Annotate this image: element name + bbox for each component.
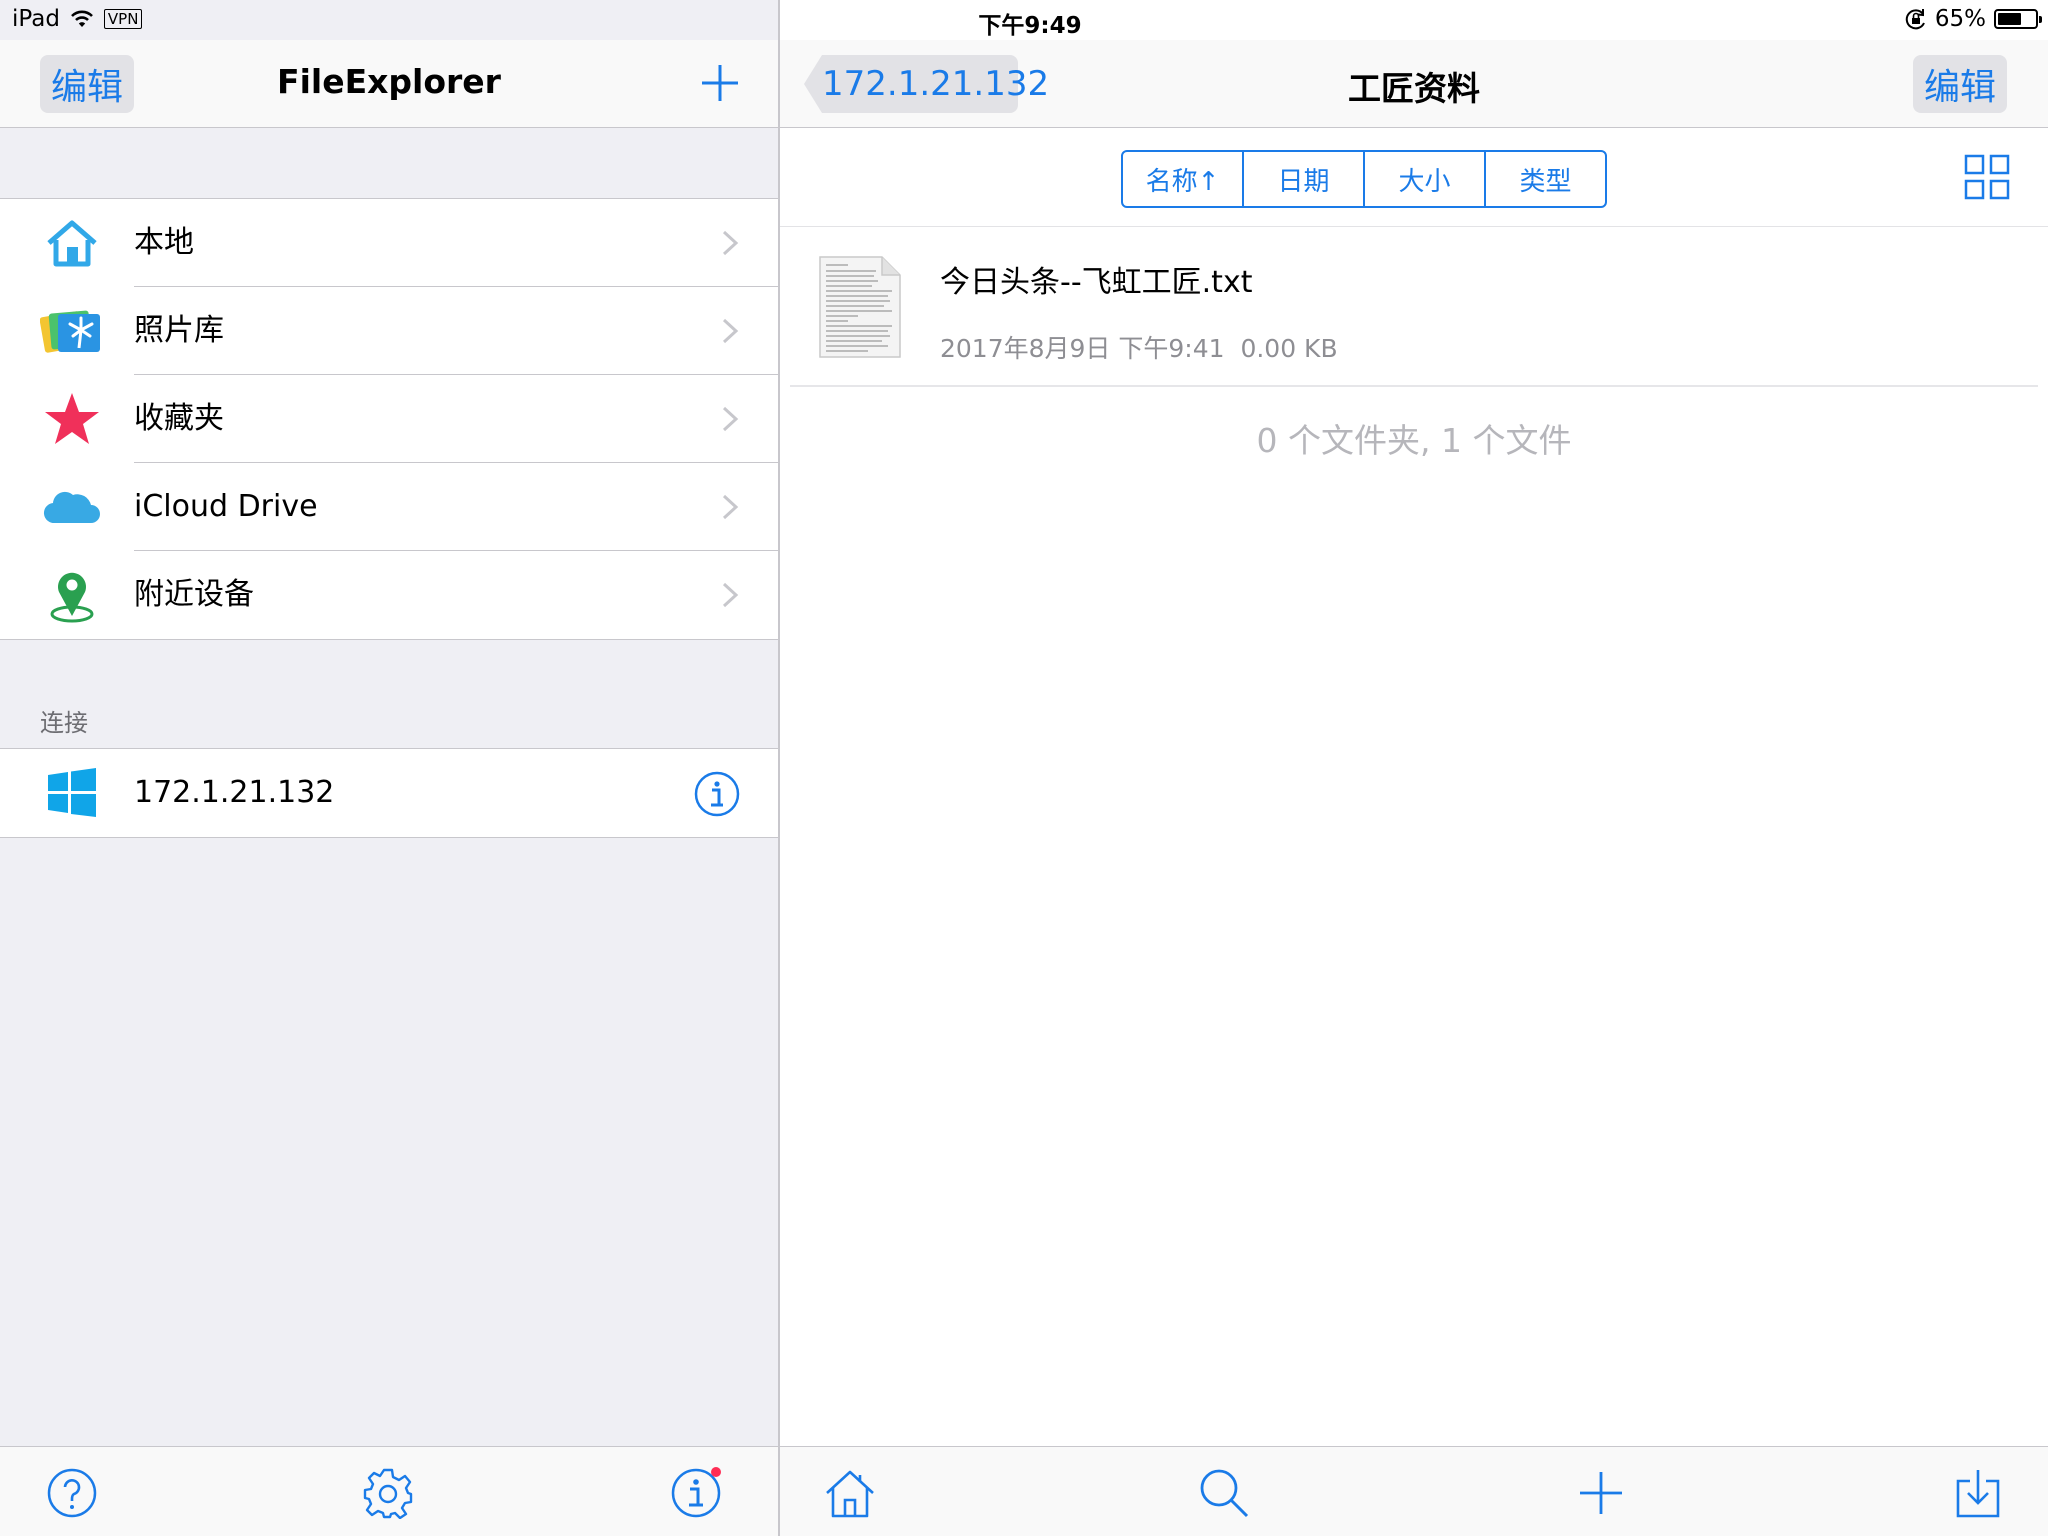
chevron-right-icon: [722, 582, 739, 608]
master-toolbar: [0, 1446, 778, 1536]
rotation-lock-icon: [1905, 9, 1925, 30]
home-icon: [40, 216, 104, 270]
chevron-right-icon: [722, 406, 739, 432]
location-label: 附近设备: [134, 577, 254, 612]
master-panel: 编辑 FileExplorer 本地 照片库 收藏夹 iCloud Drive …: [0, 0, 778, 1536]
battery-icon: [1994, 9, 2042, 29]
location-row-nearby[interactable]: 附近设备: [0, 551, 778, 639]
battery-percent: 65%: [1934, 6, 1986, 32]
location-label: 本地: [134, 225, 194, 260]
chevron-right-icon: [722, 318, 739, 344]
master-title: FileExplorer: [277, 62, 501, 101]
connection-row[interactable]: 172.1.21.132: [0, 749, 778, 837]
locations-list: 本地 照片库 收藏夹 iCloud Drive 附近设备: [0, 198, 778, 640]
location-row-icloud[interactable]: iCloud Drive: [0, 463, 778, 551]
settings-icon[interactable]: [362, 1467, 414, 1519]
location-row-photos[interactable]: 照片库: [0, 287, 778, 375]
connections-header: 连接: [40, 709, 88, 737]
home-icon[interactable]: [824, 1467, 876, 1519]
location-label: 收藏夹: [134, 401, 224, 436]
chevron-right-icon: [722, 230, 739, 256]
detail-edit-button[interactable]: 编辑: [1913, 55, 2007, 113]
plus-icon[interactable]: [700, 63, 740, 103]
detail-panel: 172.1.21.132 工匠资料 编辑 名称↑ 日期 大小 类型 今日头条--…: [780, 0, 2048, 1536]
text-file-icon: [819, 256, 901, 358]
location-pin-icon: [40, 568, 104, 623]
location-row-local[interactable]: 本地: [0, 199, 778, 287]
file-date: 2017年8月9日 下午9:41: [940, 334, 1225, 363]
cloud-icon: [40, 480, 104, 534]
file-row[interactable]: 今日头条--飞虹工匠.txt 2017年8月9日 下午9:41 0.00 KB: [790, 227, 2038, 387]
search-icon[interactable]: [1198, 1467, 1250, 1519]
detail-navbar: 172.1.21.132 工匠资料 编辑: [780, 40, 2048, 128]
detail-toolbar: [780, 1446, 2048, 1536]
status-bar: iPad VPN 下午9:49 65%: [0, 0, 2048, 40]
info-icon[interactable]: [670, 1467, 722, 1519]
chevron-right-icon: [722, 494, 739, 520]
sort-bar: 名称↑ 日期 大小 类型: [780, 128, 2048, 227]
star-icon: [40, 392, 104, 446]
info-icon[interactable]: [694, 771, 740, 817]
photos-icon: [40, 304, 104, 358]
grid-view-icon[interactable]: [1964, 154, 2010, 200]
master-navbar: 编辑 FileExplorer: [0, 40, 778, 128]
status-right: 65%: [1905, 6, 2042, 32]
file-meta: 2017年8月9日 下午9:41 0.00 KB: [940, 329, 1338, 365]
connection-label: 172.1.21.132: [134, 775, 335, 810]
location-label: 照片库: [134, 313, 224, 348]
help-icon[interactable]: [46, 1467, 98, 1519]
sort-by-date[interactable]: 日期: [1244, 152, 1365, 206]
file-size: 0.00 KB: [1240, 334, 1338, 363]
location-row-favorites[interactable]: 收藏夹: [0, 375, 778, 463]
sort-by-name[interactable]: 名称↑: [1123, 152, 1244, 206]
plus-icon[interactable]: [1575, 1467, 1627, 1519]
sort-by-size[interactable]: 大小: [1365, 152, 1486, 206]
connections-list: 172.1.21.132: [0, 748, 778, 838]
sort-segmented-control: 名称↑ 日期 大小 类型: [1121, 150, 1607, 208]
download-icon[interactable]: [1952, 1467, 2004, 1519]
status-time: 下午9:49: [978, 13, 1082, 39]
file-name: 今日头条--飞虹工匠.txt: [940, 265, 1253, 300]
location-label: iCloud Drive: [134, 489, 318, 524]
folder-summary: 0 个文件夹, 1 个文件: [1256, 421, 1572, 460]
battery-fill: [1998, 13, 2022, 25]
detail-title: 工匠资料: [1348, 69, 1480, 108]
windows-icon: [40, 766, 104, 820]
sort-by-type[interactable]: 类型: [1486, 152, 1605, 206]
